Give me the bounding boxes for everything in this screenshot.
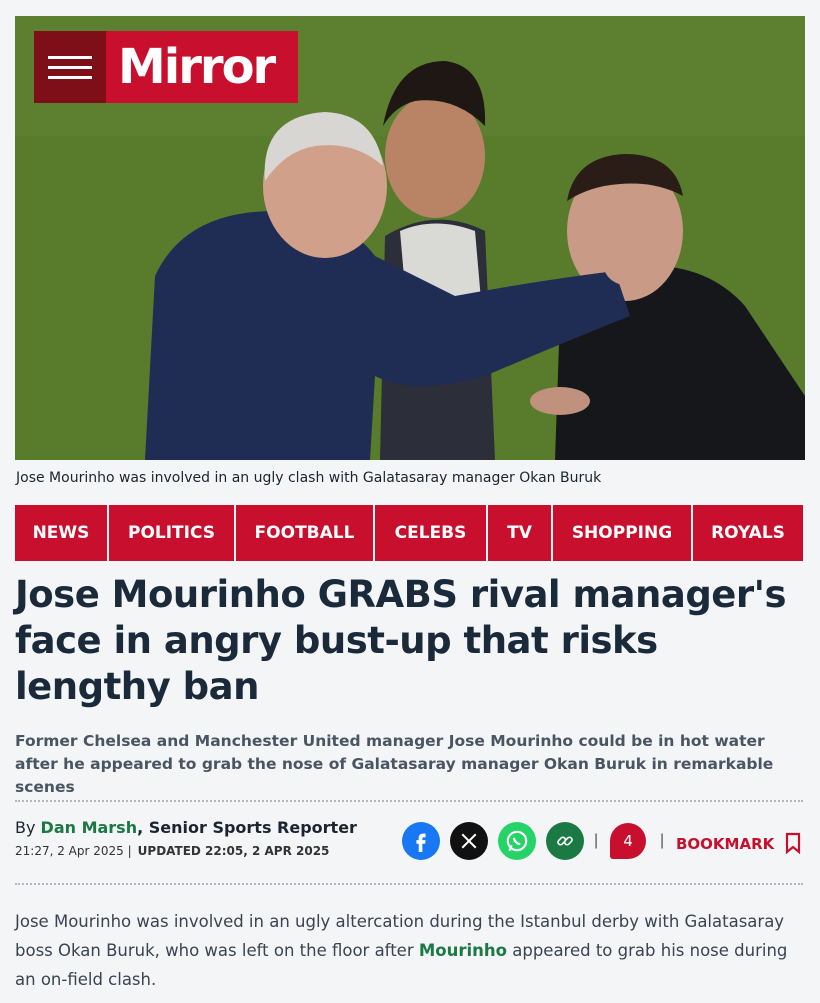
date-separator: | [127,844,132,858]
bookmark-icon [785,832,800,855]
mourinho-link[interactable]: Mourinho [419,941,507,960]
article-standfirst: Former Chelsea and Manchester United man… [15,732,774,796]
link-icon[interactable] [546,822,584,860]
comment-count: 4 [623,832,633,850]
nav-item-football[interactable]: FOOTBALL [236,505,375,561]
comments-icon[interactable]: 4 [610,823,646,859]
nav-item-politics[interactable]: POLITICS [109,505,236,561]
hamburger-menu-icon[interactable] [34,31,106,103]
nav-item-shopping[interactable]: SHOPPING [553,505,693,561]
mirror-logo[interactable]: Mirror [34,31,298,103]
whatsapp-icon[interactable] [498,822,536,860]
published-date: 21:27, 2 Apr 2025 [15,844,124,858]
x-icon[interactable] [450,822,488,860]
image-caption: Jose Mourinho was involved in an ugly cl… [16,470,602,486]
byline-prefix: By [15,818,41,837]
author-link[interactable]: Dan Marsh [41,818,138,837]
article-dates: 21:27, 2 Apr 2025 | UPDATED 22:05, 2 APR … [15,844,329,858]
byline: By Dan Marsh, Senior Sports Reporter [15,818,357,837]
bookmark-button[interactable]: BOOKMARK [676,832,802,855]
article-headline: Jose Mourinho GRABS rival manager's face… [15,573,787,708]
bookmark-label: BOOKMARK [676,835,775,853]
nav-item-royals[interactable]: ROYALS [693,505,803,561]
nav-item-news[interactable]: NEWS [15,505,109,561]
logo-wordmark: Mirror [118,39,276,95]
divider-top [15,800,803,802]
share-separator-2: | [660,832,665,849]
author-role: , Senior Sports Reporter [137,818,357,837]
nav-item-celebs[interactable]: CELEBS [375,505,488,561]
section-nav: NEWS POLITICS FOOTBALL CELEBS TV SHOPPIN… [15,505,803,561]
updated-date: UPDATED 22:05, 2 APR 2025 [137,844,330,858]
facebook-icon[interactable] [402,822,440,860]
divider-bottom [15,883,803,885]
share-separator: | [594,832,599,849]
article-body-paragraph: Jose Mourinho was involved in an ugly al… [15,907,810,994]
nav-item-tv[interactable]: TV [488,505,553,561]
